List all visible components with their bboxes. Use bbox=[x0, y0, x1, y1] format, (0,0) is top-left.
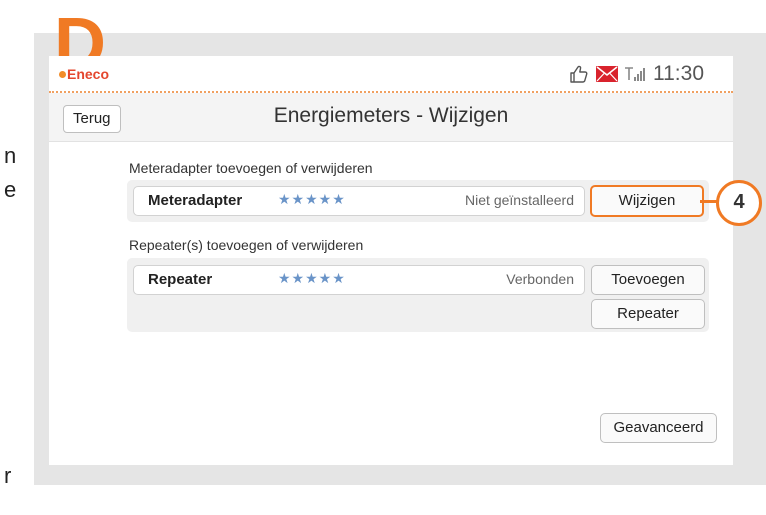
thumbs-up-icon[interactable] bbox=[569, 64, 589, 89]
callout-badge: 4 bbox=[716, 180, 762, 226]
page-header: Terug Energiemeters - Wijzigen bbox=[49, 93, 733, 142]
meteradapter-panel: Meteradapter ★★★★★ Niet geïnstalleerd Wi… bbox=[127, 180, 709, 222]
brand-name: Eneco bbox=[67, 66, 110, 82]
edge-text-fragment: r bbox=[4, 463, 12, 488]
meteradapter-name: Meteradapter bbox=[148, 192, 243, 209]
signal-strength-stars: ★★★★★ bbox=[278, 191, 346, 207]
meteradapter-row: Meteradapter ★★★★★ Niet geïnstalleerd bbox=[133, 186, 585, 216]
repeater-button[interactable]: Repeater bbox=[591, 299, 705, 329]
logo-dot-icon bbox=[59, 71, 66, 78]
meteradapter-section-label: Meteradapter toevoegen of verwijderen bbox=[129, 160, 373, 176]
signal-strength-stars: ★★★★★ bbox=[278, 270, 346, 286]
repeater-section-label: Repeater(s) toevoegen of verwijderen bbox=[129, 237, 364, 253]
eneco-logo: Eneco bbox=[59, 66, 109, 82]
page-title: Energiemeters - Wijzigen bbox=[273, 104, 509, 127]
wijzigen-button[interactable]: Wijzigen bbox=[590, 185, 704, 217]
edge-text-fragment: e bbox=[4, 177, 17, 202]
repeater-name: Repeater bbox=[148, 271, 213, 288]
status-bar: Eneco 11:30 bbox=[49, 56, 733, 93]
meteradapter-status: Niet geïnstalleerd bbox=[465, 192, 574, 208]
mail-icon[interactable] bbox=[596, 66, 618, 87]
signal-icon bbox=[624, 66, 648, 87]
toevoegen-button[interactable]: Toevoegen bbox=[591, 265, 705, 295]
edge-text-fragment: n bbox=[4, 143, 17, 168]
geavanceerd-button[interactable]: Geavanceerd bbox=[600, 413, 717, 443]
repeater-panel: Repeater ★★★★★ Verbonden Toevoegen Repea… bbox=[127, 258, 709, 332]
clock: 11:30 bbox=[653, 62, 704, 85]
repeater-row: Repeater ★★★★★ Verbonden bbox=[133, 265, 585, 295]
repeater-status: Verbonden bbox=[506, 271, 574, 287]
device-screen: Eneco 11:30 Terug Energiemeters - Wijzig… bbox=[49, 56, 733, 465]
callout-number: 4 bbox=[733, 191, 745, 213]
